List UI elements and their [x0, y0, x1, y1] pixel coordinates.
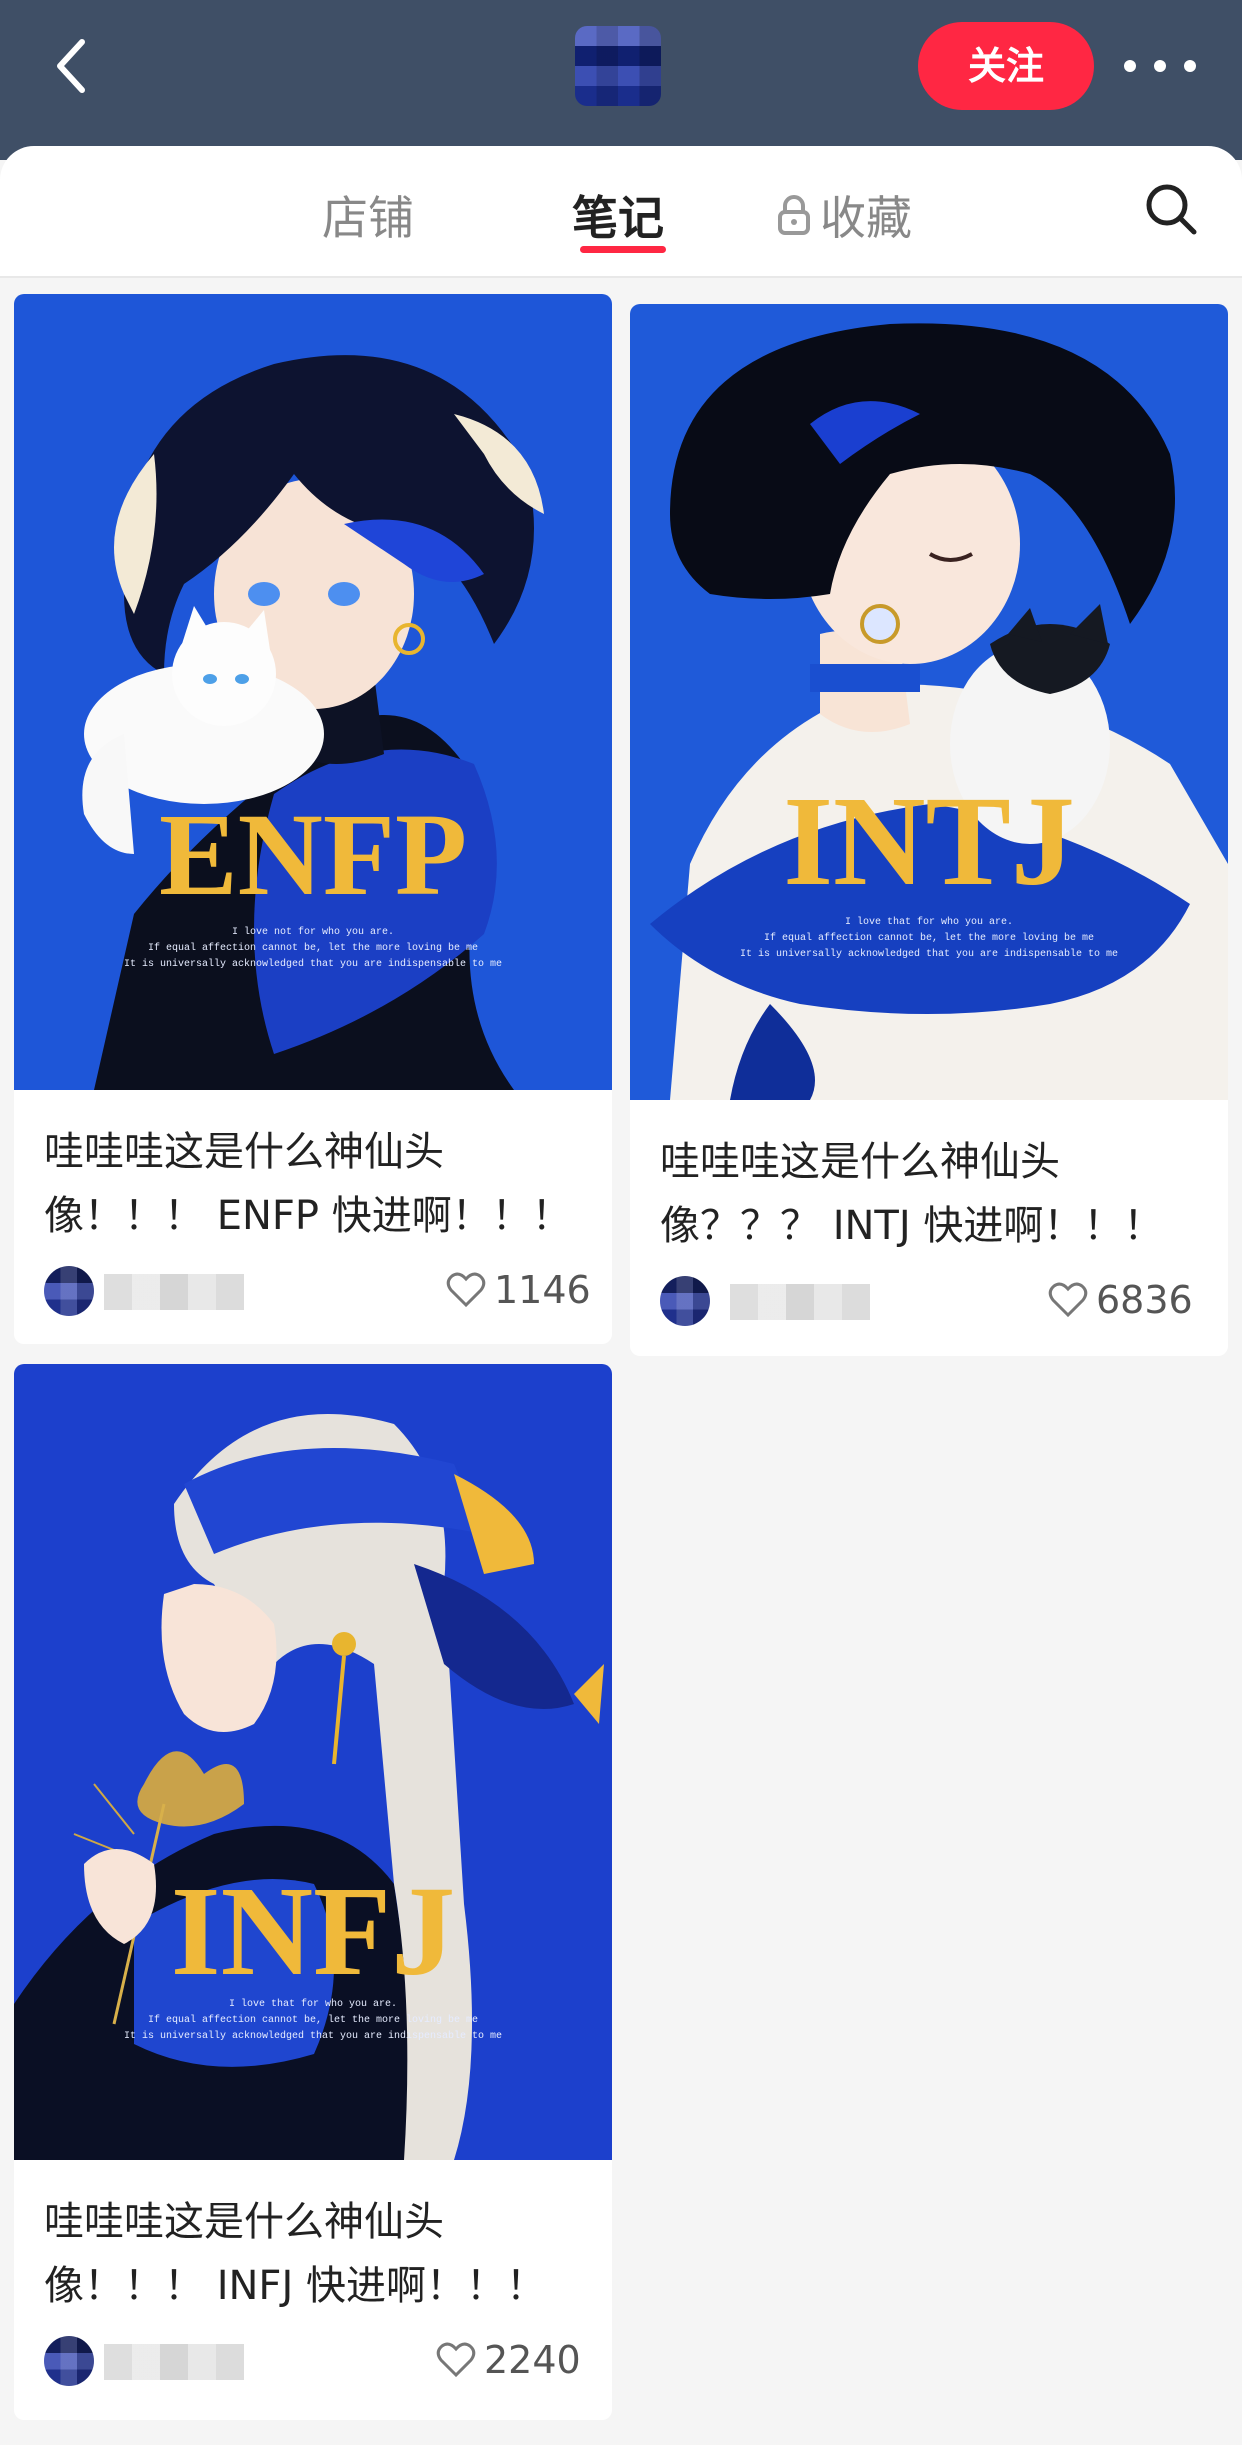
more-dots-icon — [1124, 60, 1136, 72]
more-button[interactable] — [1124, 46, 1196, 86]
back-chevron-icon — [57, 39, 85, 93]
note-cover-image: INFJ I love that for who you are. If equ… — [14, 1364, 612, 2160]
note-title-line: 哇哇哇这是什么神仙头 — [44, 2199, 444, 2245]
search-icon — [1146, 184, 1197, 235]
author-avatar[interactable] — [660, 1276, 710, 1326]
like-button[interactable]: 6836 — [1048, 1278, 1193, 1322]
tab-shop[interactable]: 店铺 — [322, 182, 414, 248]
note-title-line: 哇哇哇这是什么神仙头 — [660, 1139, 1060, 1185]
note-title: 哇哇哇这是什么神仙头 像？？？ INTJ 快进啊！！！ — [660, 1130, 1210, 1258]
author-name[interactable] — [104, 1274, 244, 1310]
heart-icon — [436, 2342, 476, 2378]
tab-notes[interactable]: 笔记 — [572, 182, 664, 248]
cover-caption-line: I love that for who you are. — [229, 1998, 397, 2010]
tab-bar: 店铺 笔记 收藏 — [0, 146, 1242, 278]
heart-icon — [1048, 1282, 1088, 1318]
note-title-line: 像！！！ INFJ 快进啊！！！ — [44, 2263, 546, 2309]
profile-avatar[interactable] — [575, 26, 661, 106]
note-cover-image: INTJ I love that for who you are. If equ… — [630, 304, 1228, 1100]
note-card[interactable]: ENFP I love not for who you are. If equa… — [14, 294, 612, 1344]
note-card[interactable]: INTJ I love that for who you are. If equ… — [630, 304, 1228, 1356]
search-button[interactable] — [1144, 182, 1198, 236]
cover-word: INTJ — [783, 770, 1075, 912]
note-cover-image: ENFP I love not for who you are. If equa… — [14, 294, 612, 1090]
like-count: 6836 — [1096, 1278, 1193, 1322]
note-title: 哇哇哇这是什么神仙头 像！！！ INFJ 快进啊！！！ — [44, 2190, 594, 2318]
cover-caption-line: I love that for who you are. — [845, 916, 1013, 928]
like-count: 1146 — [494, 1268, 591, 1312]
cover-caption-line: If equal affection cannot be, let the mo… — [764, 932, 1094, 944]
tab-favorites[interactable]: 收藏 — [776, 182, 912, 248]
tab-favorites-label: 收藏 — [820, 191, 912, 245]
heart-icon — [446, 1272, 486, 1308]
cover-caption-line: If equal affection cannot be, let the mo… — [148, 2014, 478, 2026]
cover-caption-line: I love not for who you are. — [232, 926, 394, 938]
cover-caption-line: If equal affection cannot be, let the mo… — [148, 942, 478, 954]
like-button[interactable]: 1146 — [446, 1268, 591, 1312]
note-title-line: 哇哇哇这是什么神仙头 — [44, 1129, 444, 1175]
back-button[interactable] — [48, 36, 96, 96]
author-name[interactable] — [730, 1284, 870, 1320]
note-title: 哇哇哇这是什么神仙头 像！！！ ENFP 快进啊！！！ — [44, 1120, 594, 1248]
follow-button[interactable]: 关注 — [918, 22, 1094, 110]
note-card[interactable]: INFJ I love that for who you are. If equ… — [14, 1364, 612, 2420]
cover-caption-line: It is universally acknowledged that you … — [740, 948, 1118, 960]
like-count: 2240 — [484, 2338, 581, 2382]
author-name[interactable] — [104, 2344, 244, 2380]
note-title-line: 像？？？ INTJ 快进啊！！！ — [660, 1203, 1164, 1249]
lock-icon — [778, 195, 810, 235]
note-title-line: 像！！！ ENFP 快进啊！！！ — [44, 1193, 572, 1239]
cover-word: INFJ — [171, 1860, 455, 2002]
active-tab-indicator — [580, 246, 666, 253]
top-bar: 关注 — [0, 0, 1242, 160]
cover-word: ENFP — [159, 789, 467, 920]
author-avatar[interactable] — [44, 1266, 94, 1316]
cover-caption-line: It is universally acknowledged that you … — [124, 2030, 502, 2042]
like-button[interactable]: 2240 — [436, 2338, 581, 2382]
author-avatar[interactable] — [44, 2336, 94, 2386]
cover-caption-line: It is universally acknowledged that you … — [124, 958, 502, 970]
